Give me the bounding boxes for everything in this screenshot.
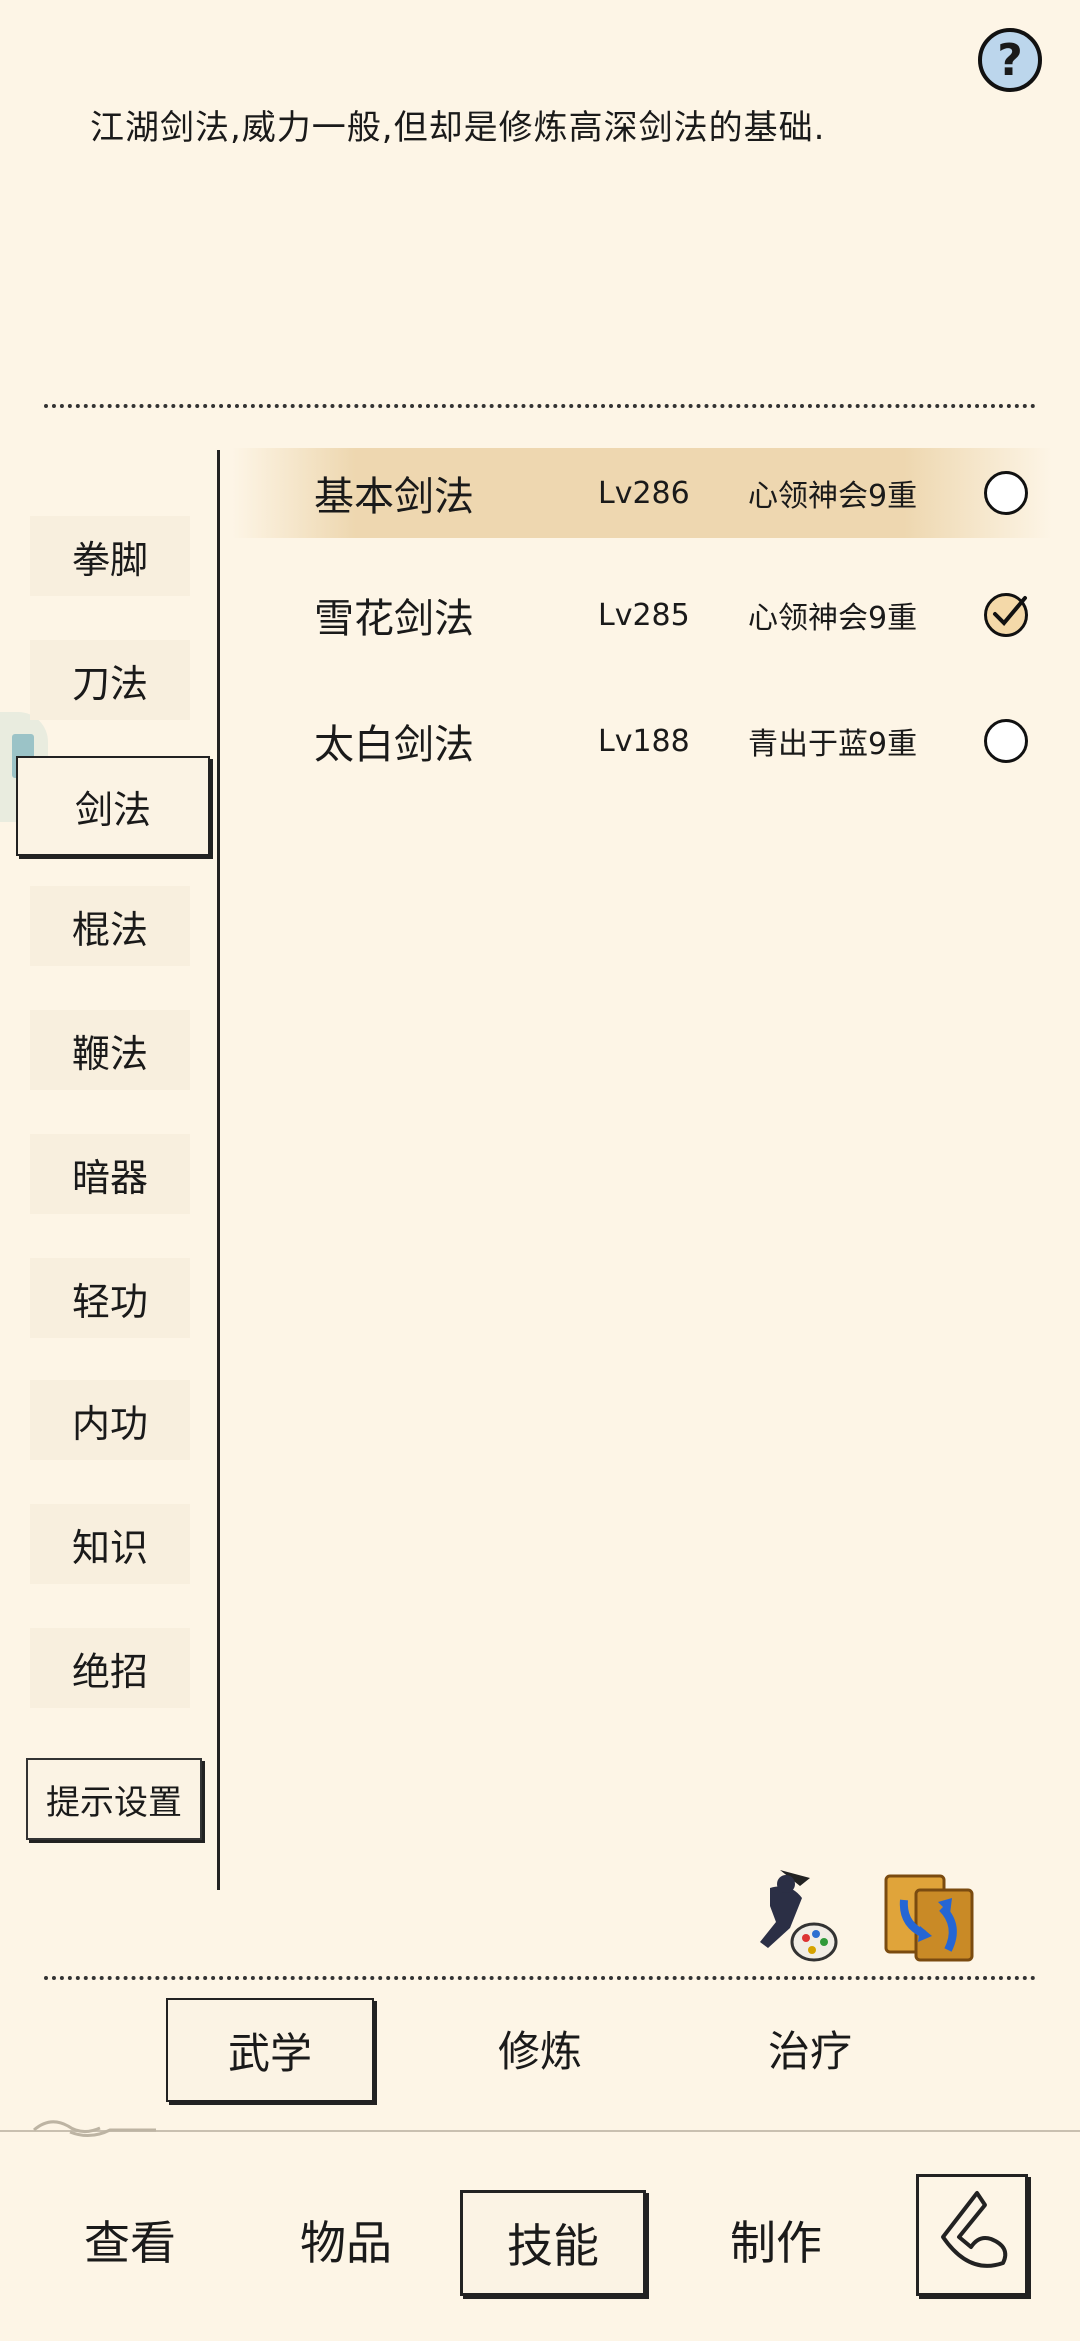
list-divider xyxy=(217,450,220,1890)
skill-rank: 心领神会9重 xyxy=(748,479,918,514)
back-arrow-icon xyxy=(941,2191,1008,2268)
subtab-xiulian[interactable]: 修炼 xyxy=(440,1998,640,2098)
category-juezhao[interactable]: 绝招 xyxy=(30,1628,190,1708)
skill-name: 雪花剑法 xyxy=(314,596,474,642)
nav-jineng[interactable]: 技能 xyxy=(460,2190,646,2296)
category-anqi[interactable]: 暗器 xyxy=(30,1134,190,1214)
skill-row[interactable]: 太白剑法 Lv188 青出于蓝9重 xyxy=(232,696,1052,786)
nav-chakan[interactable]: 查看 xyxy=(40,2190,220,2290)
swordsman-palette-icon[interactable] xyxy=(740,1858,850,1972)
hint-settings-button[interactable]: 提示设置 xyxy=(26,1758,202,1840)
category-daofa[interactable]: 刀法 xyxy=(30,640,190,720)
skill-description: 江湖剑法,威力一般,但却是修炼高深剑法的基础. xyxy=(90,108,826,148)
skill-name: 太白剑法 xyxy=(314,722,474,768)
skill-name: 基本剑法 xyxy=(314,474,474,520)
category-jianfa[interactable]: 剑法 xyxy=(16,756,210,856)
skill-level: Lv285 xyxy=(598,597,690,633)
category-quanjiao[interactable]: 拳脚 xyxy=(30,516,190,596)
cloud-ornament-icon xyxy=(33,2120,156,2137)
skill-radio[interactable] xyxy=(984,471,1028,515)
category-gunfa[interactable]: 棍法 xyxy=(30,886,190,966)
skill-row[interactable]: 雪花剑法 Lv285 心领神会9重 xyxy=(232,570,1052,660)
skill-rank: 心领神会9重 xyxy=(748,601,918,636)
skill-radio-checked[interactable] xyxy=(984,593,1028,637)
category-neigong[interactable]: 内功 xyxy=(30,1380,190,1460)
category-bianfa[interactable]: 鞭法 xyxy=(30,1010,190,1090)
nav-divider xyxy=(0,2130,1080,2132)
book-swap-icon[interactable] xyxy=(876,1860,986,1974)
subtab-wuxue[interactable]: 武学 xyxy=(166,1998,374,2102)
top-dotted-divider xyxy=(44,404,1036,408)
nav-wupin[interactable]: 物品 xyxy=(256,2190,436,2290)
help-button[interactable]: ? xyxy=(978,28,1042,92)
category-qinggong[interactable]: 轻功 xyxy=(30,1258,190,1338)
skill-radio[interactable] xyxy=(984,719,1028,763)
check-icon xyxy=(993,596,1027,626)
skill-row[interactable]: 基本剑法 Lv286 心领神会9重 xyxy=(232,448,1052,538)
skill-level: Lv286 xyxy=(598,475,690,511)
subtab-zhiliao[interactable]: 治疗 xyxy=(710,1998,910,2098)
category-zhishi[interactable]: 知识 xyxy=(30,1504,190,1584)
skill-rank: 青出于蓝9重 xyxy=(748,727,918,762)
skill-level: Lv188 xyxy=(598,723,690,759)
bottom-dotted-divider xyxy=(44,1976,1036,1980)
nav-zhizuo[interactable]: 制作 xyxy=(686,2190,866,2290)
back-button[interactable] xyxy=(916,2174,1028,2296)
question-icon: ? xyxy=(997,34,1023,86)
